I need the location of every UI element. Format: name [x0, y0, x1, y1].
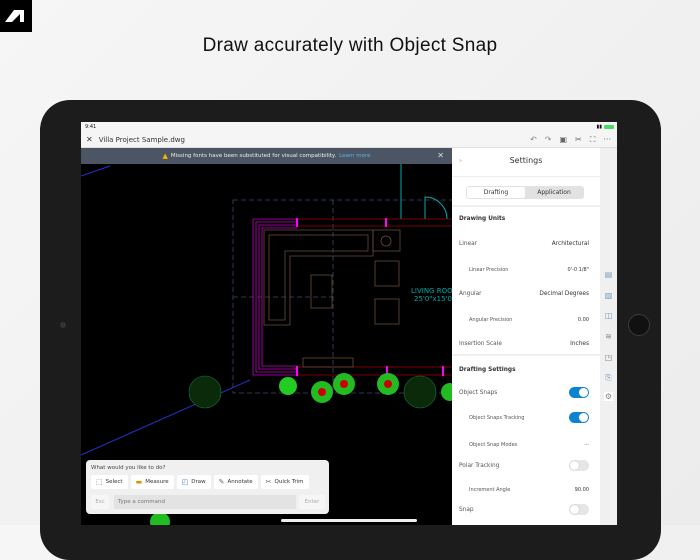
- status-bar: 9:41 ▮▮: [81, 122, 617, 132]
- esc-button[interactable]: Esc: [91, 495, 109, 509]
- home-indicator: [281, 519, 417, 522]
- object-snap-modes-label: Object Snap Modes: [469, 442, 518, 448]
- command-panel: What would you like to do? ⬚ Select ▬ Meas…: [86, 460, 329, 514]
- status-time: 9:41: [85, 124, 97, 130]
- annotate-icon: ✎: [218, 478, 225, 486]
- side-tool-rail: ▤ ▨ ◫ ≋ ◳ ⎘ ⚙: [600, 148, 617, 525]
- snap-toggle[interactable]: [569, 504, 589, 515]
- polar-tracking-toggle[interactable]: [569, 460, 589, 471]
- battery-icon: [604, 125, 614, 129]
- tab-drafting[interactable]: Drafting: [467, 187, 525, 198]
- object-snaps-tracking-toggle[interactable]: [569, 412, 589, 423]
- object-snaps-row: Object Snaps: [459, 387, 589, 398]
- linear-precision-label: Linear Precision: [469, 267, 509, 273]
- enter-button[interactable]: Enter: [299, 495, 325, 509]
- save-icon[interactable]: ▣: [559, 135, 567, 145]
- trim-icon[interactable]: ✂: [575, 135, 582, 145]
- increment-angle-label: Increment Angle: [469, 487, 511, 493]
- room-label: LIVING ROO: [411, 287, 452, 295]
- quick-trim-button[interactable]: ✂ Quick Trim: [260, 475, 309, 489]
- draw-icon: ◰: [181, 478, 189, 486]
- linear-precision-value: 0'-0 1/8": [567, 267, 589, 273]
- more-icon[interactable]: ···: [603, 135, 611, 145]
- select-label: Select: [105, 479, 123, 485]
- settings-panel: » Settings Drafting Application Drawing …: [452, 148, 600, 525]
- angular-precision-label: Angular Precision: [469, 317, 513, 323]
- command-input[interactable]: [114, 495, 296, 509]
- angular-row[interactable]: Angular Decimal Degrees: [459, 291, 589, 297]
- file-name: Villa Project Sample.dwg: [98, 135, 185, 144]
- angular-precision-value: 0.00: [577, 317, 589, 323]
- room-size: 25'0"x15'0: [414, 295, 452, 303]
- polar-tracking-row: Polar Tracking: [459, 460, 589, 471]
- blocks-icon[interactable]: ◳: [604, 353, 613, 362]
- angular-precision-row[interactable]: Angular Precision 0.00: [469, 317, 589, 323]
- quick-trim-label: Quick Trim: [274, 479, 304, 485]
- close-file-icon[interactable]: ✕: [86, 135, 93, 144]
- linear-value: Architectural: [551, 241, 589, 247]
- settings-tabs: Drafting Application: [466, 186, 584, 199]
- linear-row[interactable]: Linear Architectural: [459, 241, 589, 247]
- quick-trim-icon: ✂: [265, 478, 272, 486]
- views-icon[interactable]: ◫: [604, 311, 613, 320]
- drawing-units-heading: Drawing Units: [459, 216, 506, 222]
- snap-row: Snap: [459, 504, 589, 515]
- draw-button[interactable]: ◰ Draw: [176, 475, 211, 489]
- increment-angle-value: 90.00: [574, 487, 589, 493]
- drafting-settings-heading: Drafting Settings: [459, 367, 516, 373]
- signal-icon: ▮▮: [596, 124, 602, 130]
- annotate-button[interactable]: ✎ Annotate: [213, 475, 258, 489]
- object-snaps-toggle[interactable]: [569, 387, 589, 398]
- increment-angle-row[interactable]: Increment Angle 90.00: [469, 487, 589, 493]
- command-prompt: What would you like to do?: [91, 465, 166, 471]
- linear-precision-row[interactable]: Linear Precision 0'-0 1/8": [469, 267, 589, 273]
- angular-label: Angular: [459, 291, 482, 297]
- layouts-icon[interactable]: ▨: [604, 291, 613, 300]
- snap-label: Snap: [459, 506, 474, 513]
- settings-gear-icon[interactable]: ⚙: [604, 392, 613, 401]
- tab-application[interactable]: Application: [525, 187, 583, 198]
- object-snaps-tracking-row: Object Snaps Tracking: [469, 412, 589, 423]
- draw-label: Draw: [191, 479, 206, 485]
- object-snap-modes-row[interactable]: Object Snap Modes ···: [469, 442, 589, 448]
- settings-title: Settings: [509, 156, 543, 165]
- object-snaps-label: Object Snaps: [459, 389, 498, 396]
- missing-fonts-banner: ▲ Missing fonts have been substituted fo…: [81, 148, 452, 164]
- properties-icon[interactable]: ▤: [604, 270, 613, 279]
- close-banner-icon[interactable]: ✕: [437, 151, 444, 160]
- undo-icon[interactable]: ↶: [530, 135, 537, 145]
- select-icon: ⬚: [96, 478, 103, 486]
- xref-icon[interactable]: ⎘: [604, 373, 613, 382]
- app-screen: 9:41 ▮▮ ✕ Villa Project Sample.dwg ↶ ↷ ▣…: [81, 122, 617, 525]
- warning-icon: ▲: [162, 152, 168, 160]
- angular-value: Decimal Degrees: [539, 291, 589, 297]
- learn-more-link[interactable]: Learn more: [339, 153, 370, 159]
- ruler-icon: ▬: [135, 478, 143, 486]
- redo-icon[interactable]: ↷: [545, 135, 552, 145]
- home-button: [628, 314, 650, 336]
- linear-label: Linear: [459, 241, 478, 247]
- measure-label: Measure: [145, 479, 169, 485]
- camera: [60, 322, 66, 328]
- page-headline: Draw accurately with Object Snap: [202, 35, 498, 56]
- measure-button[interactable]: ▬ Measure: [130, 475, 174, 489]
- more-icon: ···: [584, 442, 589, 448]
- polar-tracking-label: Polar Tracking: [459, 462, 500, 469]
- annotate-label: Annotate: [227, 479, 253, 485]
- select-button[interactable]: ⬚ Select: [91, 475, 128, 489]
- autodesk-logo: [0, 0, 32, 32]
- toolbar: ✕ Villa Project Sample.dwg ↶ ↷ ▣ ✂ ⛶ ···: [81, 132, 617, 148]
- insertion-scale-row[interactable]: Insertion Scale Inches: [459, 341, 589, 347]
- insertion-scale-label: Insertion Scale: [459, 341, 502, 347]
- object-snaps-tracking-label: Object Snaps Tracking: [469, 414, 525, 421]
- layers-icon[interactable]: ≋: [604, 332, 613, 341]
- insertion-scale-value: Inches: [570, 341, 589, 347]
- fullscreen-icon[interactable]: ⛶: [590, 135, 596, 145]
- banner-message: Missing fonts have been substituted for …: [170, 153, 337, 159]
